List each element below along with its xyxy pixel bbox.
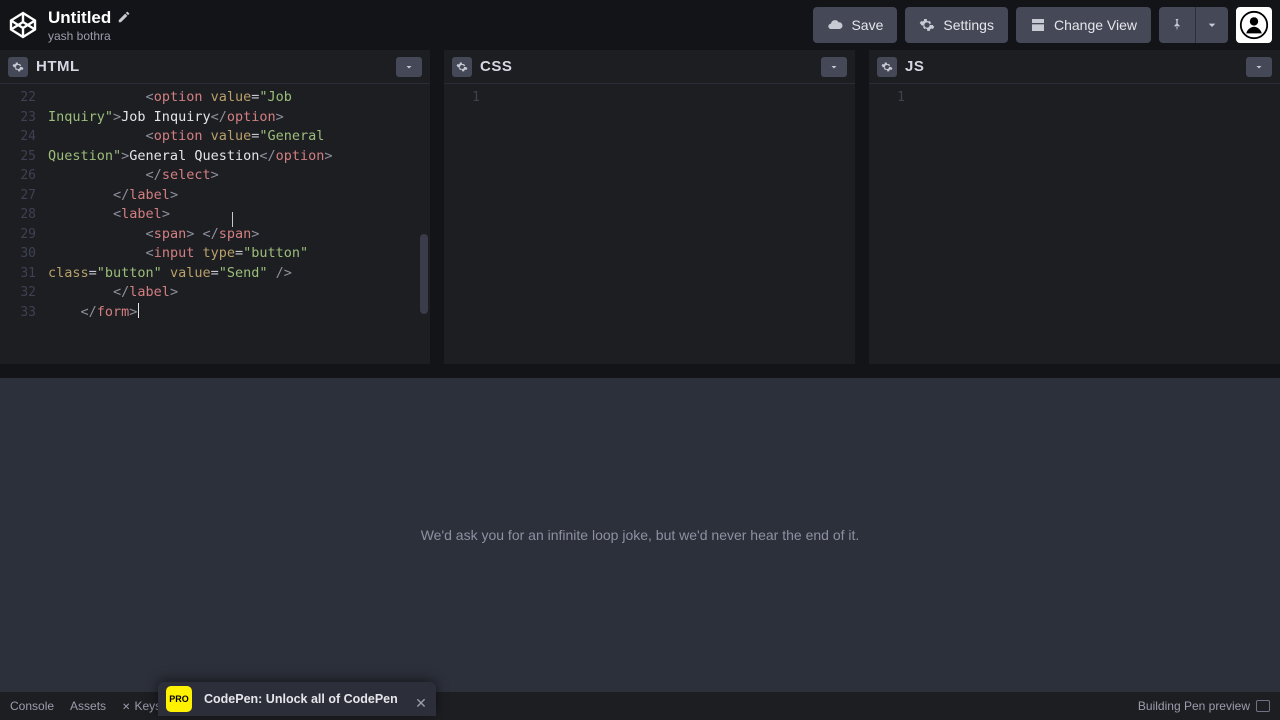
- pin-split-button: [1159, 7, 1228, 43]
- title-block: Untitled yash bothra: [48, 9, 131, 43]
- chevron-down-icon: [1204, 17, 1220, 33]
- build-status: Building Pen preview: [1138, 699, 1250, 713]
- pane-js-menu-button[interactable]: [1246, 57, 1272, 77]
- pane-html: HTML 222324252627282930313233 <option va…: [0, 50, 430, 364]
- console-button[interactable]: Console: [10, 699, 54, 713]
- pane-html-settings-button[interactable]: [8, 57, 28, 77]
- layout-icon: [1030, 17, 1046, 33]
- pane-html-header: HTML: [0, 50, 430, 84]
- pin-caret-button[interactable]: [1195, 7, 1228, 43]
- gear-icon: [881, 61, 893, 73]
- code-js-editor[interactable]: 1: [869, 84, 1280, 364]
- gear-icon: [919, 17, 935, 33]
- gear-icon: [12, 61, 24, 73]
- pane-js-title: JS: [905, 58, 924, 75]
- pin-icon: [1169, 17, 1185, 33]
- settings-button[interactable]: Settings: [905, 7, 1008, 43]
- pane-js: JS 1: [869, 50, 1280, 364]
- text-caret-icon: [232, 212, 233, 227]
- pane-css-header: CSS: [444, 50, 855, 84]
- promo-close-button[interactable]: ✕: [412, 694, 430, 712]
- pane-css-settings-button[interactable]: [452, 57, 472, 77]
- code-gutter: 1: [444, 84, 488, 364]
- promo-card[interactable]: PRO CodePen: Unlock all of CodePen ✕: [158, 682, 436, 716]
- save-label: Save: [851, 17, 883, 33]
- pro-badge: PRO: [166, 686, 192, 712]
- pane-js-header: JS: [869, 50, 1280, 84]
- keys-button[interactable]: Keys: [122, 699, 161, 713]
- pen-author[interactable]: yash bothra: [48, 30, 131, 43]
- scrollbar-thumb[interactable]: [420, 234, 428, 314]
- codepen-logo-icon[interactable]: [8, 10, 38, 40]
- code-gutter: 1: [869, 84, 913, 364]
- preview-pane: We'd ask you for an infinite loop joke, …: [0, 364, 1280, 692]
- code-js-body[interactable]: [913, 84, 1280, 364]
- change-view-label: Change View: [1054, 17, 1137, 33]
- pane-js-settings-button[interactable]: [877, 57, 897, 77]
- save-button[interactable]: Save: [813, 7, 897, 43]
- settings-label: Settings: [943, 17, 994, 33]
- gear-icon: [456, 61, 468, 73]
- avatar[interactable]: [1236, 7, 1272, 43]
- code-css-body[interactable]: [488, 84, 855, 364]
- pen-title[interactable]: Untitled: [48, 9, 111, 28]
- chevron-down-icon: [1253, 61, 1265, 73]
- pane-css-menu-button[interactable]: [821, 57, 847, 77]
- code-gutter: 222324252627282930313233: [0, 84, 44, 364]
- code-html-editor[interactable]: 222324252627282930313233 <option value="…: [0, 84, 430, 364]
- chevron-down-icon: [403, 61, 415, 73]
- editor-row: HTML 222324252627282930313233 <option va…: [0, 50, 1280, 364]
- pane-css-title: CSS: [480, 58, 512, 75]
- pane-html-title: HTML: [36, 58, 80, 75]
- preview-window-icon[interactable]: [1256, 700, 1270, 712]
- assets-button[interactable]: Assets: [70, 699, 106, 713]
- pin-button[interactable]: [1159, 7, 1195, 43]
- promo-text: CodePen: Unlock all of CodePen: [204, 692, 398, 706]
- chevron-down-icon: [828, 61, 840, 73]
- pane-css: CSS 1: [444, 50, 855, 364]
- pane-html-menu-button[interactable]: [396, 57, 422, 77]
- change-view-button[interactable]: Change View: [1016, 7, 1151, 43]
- preview-placeholder-text: We'd ask you for an infinite loop joke, …: [421, 527, 860, 543]
- topbar: Untitled yash bothra Save Settings Chang…: [0, 0, 1280, 50]
- edit-title-icon[interactable]: [117, 10, 131, 27]
- code-html-body[interactable]: <option value="Job Inquiry">Job Inquiry<…: [44, 84, 430, 364]
- code-css-editor[interactable]: 1: [444, 84, 855, 364]
- cloud-icon: [827, 17, 843, 33]
